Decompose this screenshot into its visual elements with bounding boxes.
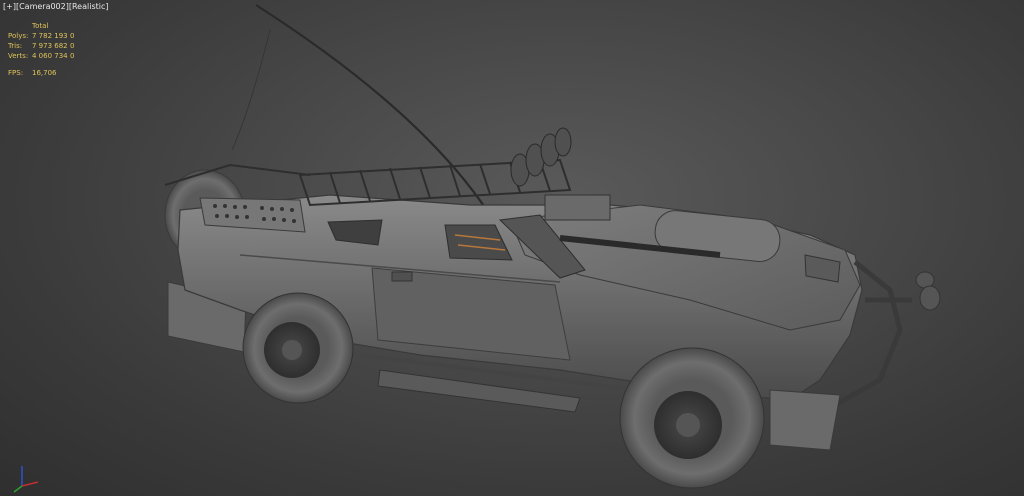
rear-wheel bbox=[242, 292, 354, 404]
viewport-shading-menu[interactable]: [Realistic] bbox=[69, 2, 109, 11]
antenna-wire bbox=[231, 29, 271, 151]
vehicle-model[interactable] bbox=[0, 0, 1024, 496]
front-bumper bbox=[769, 389, 841, 451]
gun-box bbox=[544, 194, 611, 221]
axis-gizmo-icon bbox=[13, 466, 39, 493]
door-handle bbox=[391, 271, 413, 282]
stats-row-verts: Verts: 4 060 734 0 bbox=[8, 52, 75, 60]
viewport-label[interactable]: [+][Camera002][Realistic] bbox=[3, 2, 109, 11]
front-light-right bbox=[919, 285, 941, 311]
stats-header: Total bbox=[32, 22, 49, 30]
roof-lights bbox=[510, 127, 572, 187]
stats-row-tris: Tris: 7 973 682 0 bbox=[8, 42, 75, 50]
viewport-menu-plus[interactable]: [+] bbox=[3, 2, 16, 11]
viewport-camera-menu[interactable]: [Camera002] bbox=[16, 2, 69, 11]
stats-row-polys: Polys: 7 782 193 0 bbox=[8, 32, 75, 40]
viewport-camera002[interactable]: [+][Camera002][Realistic] Total Polys: 7… bbox=[0, 0, 1024, 496]
front-wheel bbox=[619, 347, 765, 489]
statistics-overlay: Total Polys: 7 782 193 0 Tris: 7 973 682… bbox=[8, 21, 74, 78]
antenna bbox=[255, 4, 489, 213]
stats-row-fps: FPS: 16,706 bbox=[8, 69, 57, 77]
side-step bbox=[377, 369, 581, 413]
